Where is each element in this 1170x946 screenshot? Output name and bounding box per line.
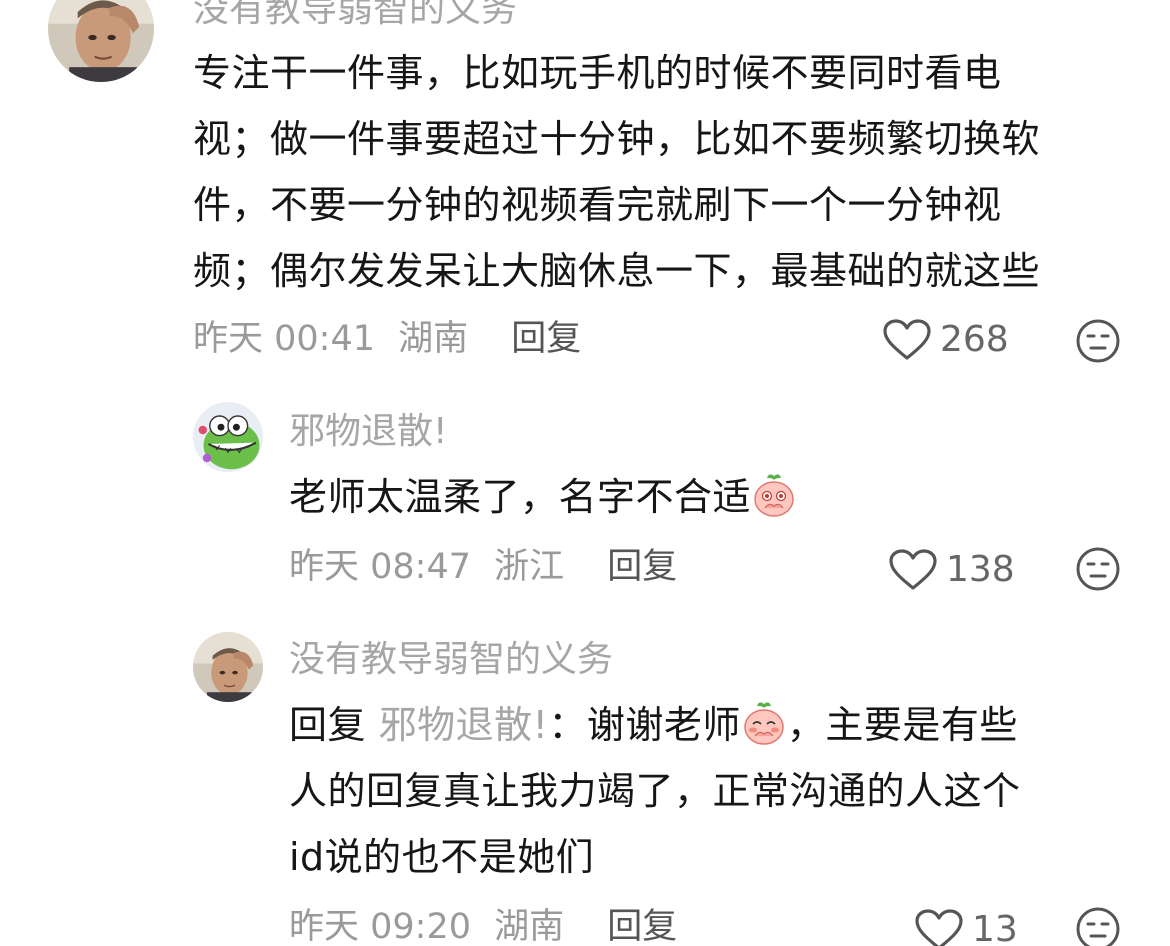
like-count: 268 [940,319,1009,360]
comment-location: 浙江 [494,547,565,587]
content-line: 回复 邪物退散!：谢谢老师 ，主要是有些 [289,692,1021,758]
reply-button[interactable]: 回复 [511,319,581,359]
heart-icon [888,548,938,592]
like-count: 138 [946,549,1015,590]
content-text: ，主要是有些 [786,703,1018,747]
content-text: ：谢谢老师 [548,703,741,747]
comment-time: 昨天 08:47 [289,547,471,587]
dislike-face-icon[interactable] [1075,318,1121,364]
man-facepalm-avatar-icon[interactable] [193,632,263,702]
heart-icon [882,318,932,362]
content-text: 老师太温柔了，名字不合适 [289,475,752,519]
comment-content: 回复 邪物退散!：谢谢老师 ，主要是有些 人的回复真让我力竭了，正常沟通的人这个… [289,692,1021,890]
content-line: 专注干一件事，比如玩手机的时候不要同时看电 [193,51,1002,95]
like-count: 13 [972,909,1018,946]
dislike-face-icon[interactable] [1075,906,1121,946]
comment-username[interactable]: 没有教导弱智的义务 [193,0,517,28]
reply-button[interactable]: 回复 [607,907,677,946]
heart-icon [914,908,964,946]
content-line: 视；做一件事要超过十分钟，比如不要频繁切换软 [193,117,1041,161]
comment-thread: 没有教导弱智的义务 专注干一件事，比如玩手机的时候不要同时看电 视；做一件事要超… [0,0,1170,946]
comment-location: 湖南 [398,319,469,359]
comment-meta: 昨天 00:41 湖南 回复 [193,322,581,357]
touched-peach-emoji-icon [741,700,787,746]
like-button[interactable]: 138 [888,548,1015,592]
comment-meta: 昨天 09:20 湖南 回复 [289,910,677,945]
content-line: id说的也不是她们 [289,835,595,879]
green-crocodile-avatar-icon[interactable] [193,402,263,472]
comment-username[interactable]: 邪物退散! [289,414,447,450]
comment-time: 昨天 00:41 [193,319,375,359]
reply-button[interactable]: 回复 [607,547,677,587]
reply-target-username[interactable]: 邪物退散! [379,703,549,747]
content-line: 老师太温柔了，名字不合适 [289,464,797,530]
content-line: 人的回复真让我力竭了，正常沟通的人这个 [289,769,1021,813]
reply-prefix: 回复 [289,703,379,747]
man-facepalm-avatar-icon[interactable] [48,0,154,82]
content-line: 频；偶尔发发呆让大脑休息一下，最基础的就这些 [193,249,1041,293]
dislike-face-icon[interactable] [1075,546,1121,592]
comment-content: 专注干一件事，比如玩手机的时候不要同时看电 视；做一件事要超过十分钟，比如不要频… [193,40,1040,304]
content-line: 件，不要一分钟的视频看完就刷下一个一分钟视 [193,183,1002,227]
like-button[interactable]: 13 [914,908,1018,946]
comment-location: 湖南 [494,907,565,946]
like-button[interactable]: 268 [882,318,1009,362]
comment-username[interactable]: 没有教导弱智的义务 [289,642,613,678]
comment-content: 老师太温柔了，名字不合适 [289,464,797,530]
shy-peach-emoji-icon [751,472,797,518]
comment-meta: 昨天 08:47 浙江 回复 [289,550,677,585]
comment-time: 昨天 09:20 [289,907,471,946]
